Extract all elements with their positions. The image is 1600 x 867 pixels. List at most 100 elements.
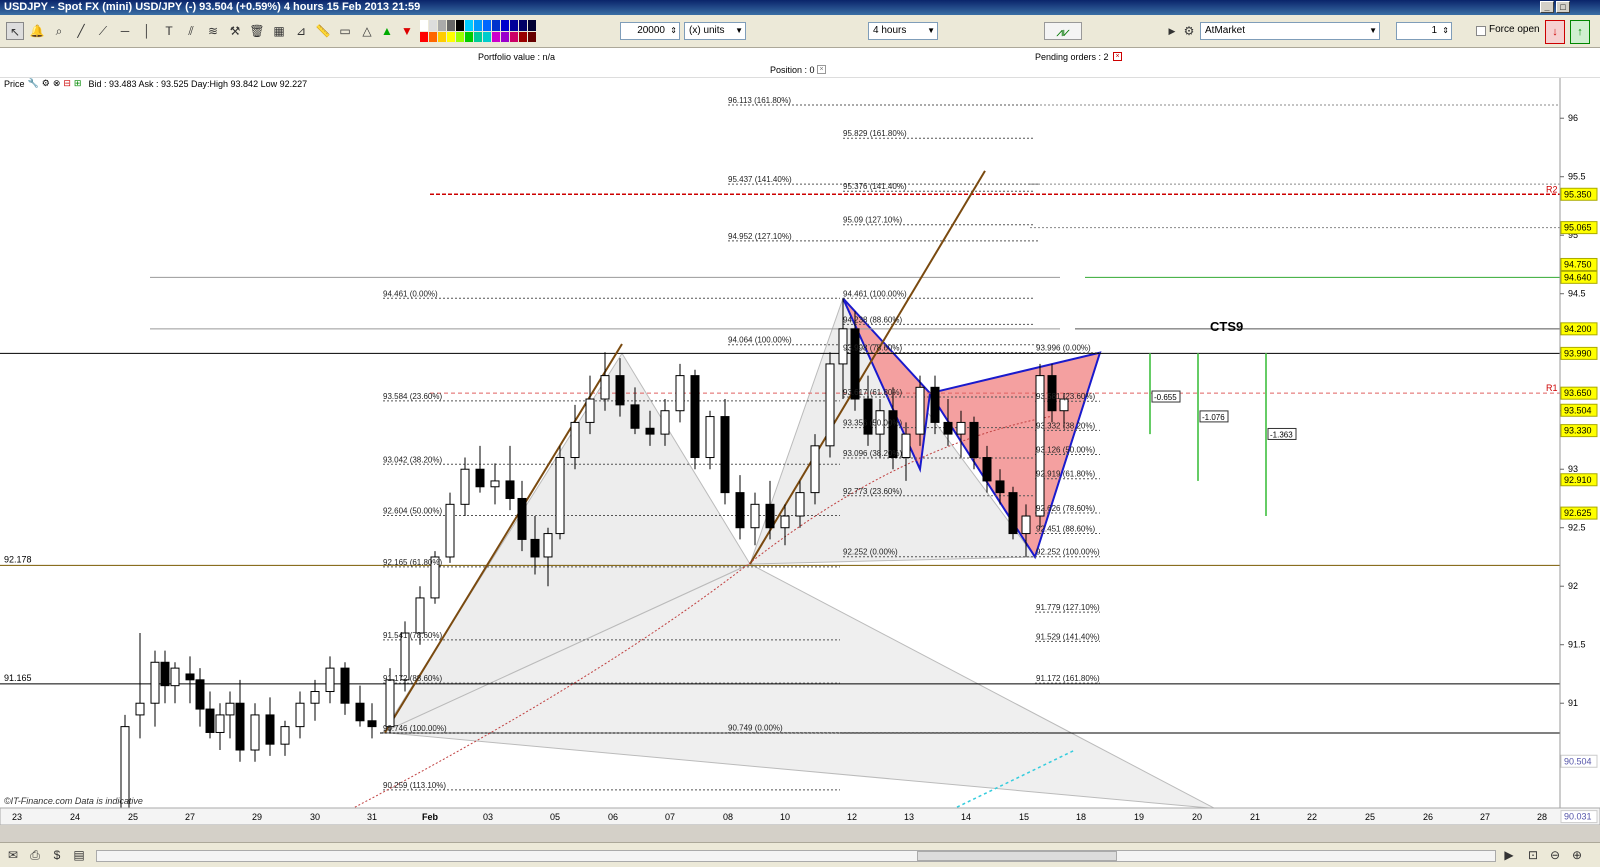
horizontal-scrollbar[interactable]: [96, 850, 1496, 862]
close-position-icon[interactable]: ×: [817, 65, 826, 74]
quantity-input[interactable]: 20000 ⇕: [620, 22, 680, 40]
grid-icon[interactable]: ▦: [270, 22, 288, 40]
candle-body: [445, 503, 455, 558]
color-palette[interactable]: [420, 20, 536, 42]
add-icon[interactable]: ⊞: [74, 78, 82, 89]
chart-type-icon[interactable]: ⩘⩗: [1044, 22, 1082, 40]
remove-icon[interactable]: ⊟: [63, 78, 71, 89]
fib-right-label: 92.451 (88.60%): [1036, 524, 1095, 533]
y-tick-label: 92.5: [1568, 523, 1586, 533]
price-chart[interactable]: 94.461 (0.00%) 93.584 (23.60%) 93.042 (38.…: [0, 78, 1600, 825]
fib-right-label: 92.252 (100.00%): [1036, 548, 1100, 557]
vertical-line-icon[interactable]: │: [138, 22, 156, 40]
fib-mid2-label: 94.238 (88.60%): [843, 315, 902, 324]
arrow-down-icon[interactable]: ▼: [398, 22, 416, 40]
zoom-icon[interactable]: ⌕: [50, 22, 68, 40]
currency-icon[interactable]: $: [48, 846, 66, 864]
candle-body: [995, 480, 1005, 494]
buy-button[interactable]: ↑: [1570, 20, 1590, 44]
order-type-select[interactable]: AtMarket ▼: [1200, 22, 1380, 40]
rectangle-icon[interactable]: ▭: [336, 22, 354, 40]
sell-button[interactable]: ↓: [1545, 20, 1565, 44]
x-tick-label: 03: [483, 812, 493, 822]
candle-body: [780, 515, 790, 529]
arrow-up-icon[interactable]: ▲: [378, 22, 396, 40]
fib-mid-label: 90.749 (0.00%): [728, 724, 783, 733]
zoom-in-icon[interactable]: ⊕: [1568, 846, 1586, 864]
bell-icon[interactable]: 🔔: [28, 22, 46, 40]
y-tick-label: 91.5: [1568, 640, 1586, 650]
close-indicator-icon[interactable]: ⊗: [53, 78, 61, 89]
candle-body: [225, 702, 235, 716]
fib-left-label: 90.746 (100.00%): [383, 724, 447, 733]
lots-value: 1: [1431, 25, 1437, 36]
price-box-label: 93.330: [1564, 426, 1592, 436]
expand-arrow-icon[interactable]: ▶: [1168, 22, 1176, 40]
price-box-label: 94.750: [1564, 259, 1592, 269]
r1-label: R1: [1546, 383, 1558, 393]
y-tick-label: 92: [1568, 581, 1578, 591]
order-type-value: AtMarket: [1205, 25, 1246, 36]
trendline-icon[interactable]: ╱: [72, 22, 90, 40]
scroll-right-icon[interactable]: ▶: [1500, 846, 1518, 864]
zoom-fit-icon[interactable]: ⊡: [1524, 846, 1542, 864]
x-tick-label: Feb: [422, 812, 439, 822]
pointer-icon[interactable]: ↖: [6, 22, 24, 40]
x-tick-label: 05: [550, 812, 560, 822]
candle-body: [367, 720, 377, 728]
candle-body: [310, 691, 320, 704]
trash-icon[interactable]: 🗑: [248, 22, 266, 40]
x-tick-label: 21: [1250, 812, 1260, 822]
candle-body: [120, 726, 130, 821]
fib-right-label: 92.626 (78.60%): [1036, 504, 1095, 513]
minimize-icon[interactable]: _: [1540, 1, 1554, 13]
text-tool-icon[interactable]: T: [160, 22, 178, 40]
print-icon[interactable]: ⎙: [26, 846, 44, 864]
ray-icon[interactable]: ⟋: [94, 22, 112, 40]
settings-icon[interactable]: ⚙: [42, 78, 50, 89]
channel-icon[interactable]: ⫽: [182, 22, 200, 40]
quote-line: Bid : 93.483 Ask : 93.525 Day:High 93.84…: [88, 78, 308, 89]
horizontal-line-icon[interactable]: ─: [116, 22, 134, 40]
save-icon[interactable]: ▤: [70, 846, 88, 864]
candle-body: [505, 480, 515, 499]
x-tick-label: 25: [1365, 812, 1375, 822]
maximize-icon[interactable]: □: [1556, 1, 1570, 13]
cancel-orders-icon[interactable]: ×: [1113, 52, 1122, 61]
x-tick-label: 12: [847, 812, 857, 822]
force-open-checkbox[interactable]: [1476, 26, 1486, 36]
window-title: USDJPY - Spot FX (mini) USD/JPY (-) 93.5…: [4, 1, 421, 13]
x-tick-label: 10: [780, 812, 790, 822]
level-label: 91.165: [4, 673, 32, 683]
price-box-label: 93.650: [1564, 388, 1592, 398]
ruler-icon[interactable]: 📏: [314, 22, 332, 40]
triangle-icon[interactable]: △: [358, 22, 376, 40]
x-tick-label: 27: [185, 812, 195, 822]
window-titlebar: USDJPY - Spot FX (mini) USD/JPY (-) 93.5…: [0, 0, 1600, 15]
candle-body: [235, 702, 245, 751]
fib-mid2-label: 95.09 (127.10%): [843, 216, 902, 225]
fib-right-label: 91.529 (141.40%): [1036, 632, 1100, 641]
candle-body: [1008, 492, 1018, 535]
scrollbar-thumb[interactable]: [917, 851, 1117, 861]
price-box-label: 95.065: [1564, 223, 1592, 233]
fib-icon[interactable]: ≋: [204, 22, 222, 40]
mail-icon[interactable]: ✉: [4, 846, 22, 864]
wrench-icon[interactable]: 🔧: [28, 78, 39, 89]
price-box-label: 90.504: [1564, 756, 1592, 766]
candle-body: [720, 416, 730, 494]
x-tick-label: 13: [904, 812, 914, 822]
fib-right-label: 92.919 (61.80%): [1036, 470, 1095, 479]
lots-input[interactable]: 1 ⇕: [1396, 22, 1452, 40]
zoom-out-icon[interactable]: ⊖: [1546, 846, 1564, 864]
fib-right-label: 93.996 (0.00%): [1036, 344, 1091, 353]
order-settings-icon[interactable]: ⚙: [1180, 22, 1198, 40]
position-label: Position : 0: [770, 65, 815, 75]
units-select[interactable]: (x) units ▼: [684, 22, 746, 40]
chart-area[interactable]: 94.461 (0.00%) 93.584 (23.60%) 93.042 (38.…: [0, 78, 1600, 825]
tools-icon[interactable]: ⚒: [226, 22, 244, 40]
price-box-label: 93.990: [1564, 348, 1592, 358]
timeframe-select[interactable]: 4 hours ▼: [868, 22, 938, 40]
candle-body: [645, 427, 655, 435]
fan-icon[interactable]: ⊿: [292, 22, 310, 40]
